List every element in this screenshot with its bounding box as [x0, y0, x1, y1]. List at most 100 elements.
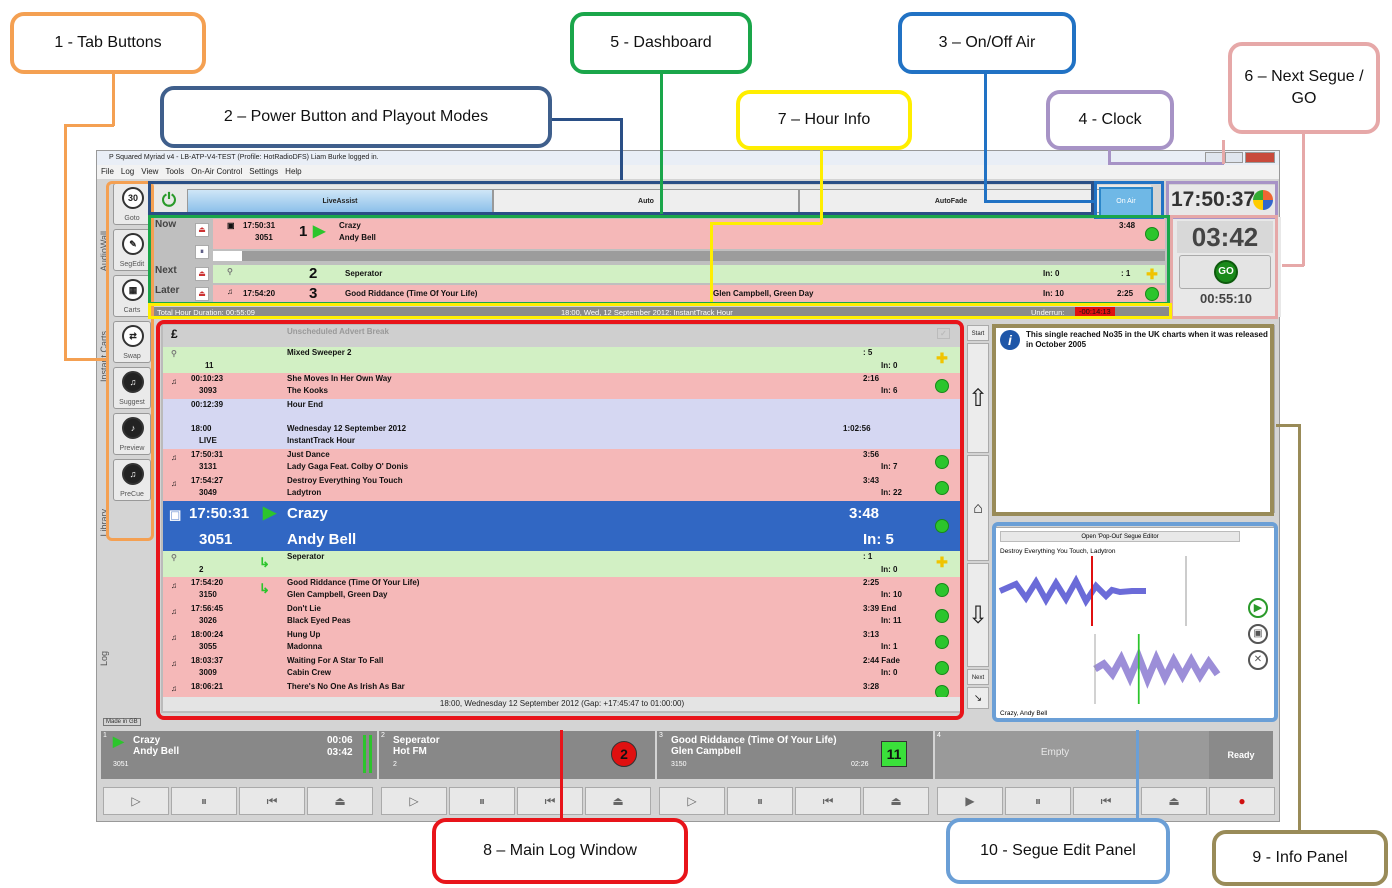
player-artist: Glen Campbell — [671, 746, 742, 757]
callout-main-log: 8 – Main Log Window — [432, 818, 688, 884]
player4-pause-button[interactable]: ⏸ — [1005, 787, 1071, 815]
player-number: 1 — [103, 732, 107, 739]
player1-play-button[interactable]: ▷ — [103, 787, 169, 815]
jump-icon[interactable]: ↘ — [967, 687, 989, 709]
connector-line — [1108, 162, 1224, 165]
connector-line — [820, 146, 823, 224]
log-navigation: Start ⇧ ⌂ ⇩ Next ↘ — [965, 325, 991, 715]
player-number: 4 — [937, 732, 941, 739]
player4-play-button[interactable]: ▶ — [937, 787, 1003, 815]
highlight-power-modes — [148, 181, 1094, 215]
connector-line — [1302, 134, 1305, 266]
player2-play-button[interactable]: ▷ — [381, 787, 447, 815]
connector-line — [1136, 730, 1139, 820]
player-artist: Hot FM — [393, 746, 427, 757]
menu-settings[interactable]: Settings — [249, 167, 278, 176]
connector-line — [660, 64, 663, 214]
callout-clock: 4 - Clock — [1046, 90, 1174, 150]
scroll-up-arrow-icon[interactable]: ⇧ — [967, 343, 989, 453]
connector-line — [1276, 424, 1300, 427]
player3-rewind-button[interactable]: ⏮ — [795, 787, 861, 815]
playing-icon: ▶ — [113, 733, 124, 749]
window-title: P Squared Myriad v4 - LB-ATP-V4-TEST (Pr… — [109, 154, 379, 161]
callout-info-panel: 9 - Info Panel — [1212, 830, 1388, 886]
player-id: 3150 — [671, 761, 687, 768]
record-button[interactable]: ● — [1209, 787, 1275, 815]
player-number: 2 — [381, 732, 385, 739]
player-title: Empty — [1040, 747, 1070, 758]
highlight-info-panel — [992, 324, 1274, 516]
menu-tools[interactable]: Tools — [165, 167, 184, 176]
log-label[interactable]: Log — [99, 651, 109, 666]
vu-meter — [369, 735, 372, 773]
player2-eject-button[interactable]: ⏏ — [585, 787, 651, 815]
player-number: 3 — [659, 732, 663, 739]
player-title: Crazy — [133, 735, 161, 746]
title-bar: P Squared Myriad v4 - LB-ATP-V4-TEST (Pr… — [97, 151, 1279, 165]
connector-line — [710, 222, 713, 302]
ready-status: Ready — [1209, 731, 1273, 779]
player-title: Seperator — [393, 735, 440, 746]
player-artist: Andy Bell — [133, 746, 180, 757]
connector-line — [984, 64, 987, 202]
made-in-gb-label: Made in GB — [103, 718, 141, 726]
home-icon[interactable]: ⌂ — [967, 455, 989, 561]
player-id: 3051 — [113, 761, 129, 768]
player2-rewind-button[interactable]: ⏮ — [517, 787, 583, 815]
player-badge: 11 — [881, 741, 907, 767]
callout-on-off-air: 3 – On/Off Air — [898, 12, 1076, 74]
connector-line — [552, 118, 622, 121]
callout-power-modes: 2 – Power Button and Playout Modes — [160, 86, 552, 148]
start-button[interactable]: Start — [967, 325, 989, 341]
next-button[interactable]: Next — [967, 669, 989, 685]
player-id: 2 — [393, 761, 397, 768]
highlight-hour-info — [148, 303, 1172, 319]
highlight-dashboard — [148, 215, 1170, 305]
callout-tab-buttons: 1 - Tab Buttons — [10, 12, 206, 74]
player3-pause-button[interactable]: ⏸ — [727, 787, 793, 815]
callout-next-segue-go: 6 – Next Segue / GO — [1228, 42, 1380, 134]
player-remaining: 02:26 — [851, 761, 869, 768]
menu-bar: File Log View Tools On-Air Control Settings He… — [97, 165, 1279, 179]
player-elapsed: 00:06 — [327, 735, 353, 746]
connector-line — [620, 118, 623, 180]
player1-eject-button[interactable]: ⏏ — [307, 787, 373, 815]
player-3[interactable]: 3 Good Riddance (Time Of Your Life) Glen… — [657, 731, 933, 779]
menu-log[interactable]: Log — [121, 167, 134, 176]
player3-play-button[interactable]: ▷ — [659, 787, 725, 815]
player-2[interactable]: 2 Seperator Hot FM 2 2 — [379, 731, 655, 779]
highlight-next-segue — [1170, 215, 1278, 319]
highlight-main-log — [156, 320, 964, 720]
connector-line — [1298, 424, 1301, 832]
vu-meter — [363, 735, 366, 773]
connector-line — [984, 200, 1094, 203]
connector-line — [1222, 140, 1225, 164]
close-button[interactable] — [1245, 152, 1275, 163]
player1-pause-button[interactable]: ⏸ — [171, 787, 237, 815]
player-1[interactable]: 1 ▶ Crazy Andy Bell 3051 00:06 03:42 — [101, 731, 377, 779]
menu-file[interactable]: File — [101, 167, 114, 176]
connector-line — [710, 222, 822, 225]
player-4[interactable]: 4 Empty — [935, 731, 1211, 779]
connector-line — [64, 124, 67, 360]
menu-help[interactable]: Help — [285, 167, 301, 176]
menu-on-air-control[interactable]: On-Air Control — [191, 167, 242, 176]
player4-eject-button[interactable]: ⏏ — [1141, 787, 1207, 815]
connector-line — [560, 730, 563, 818]
player2-pause-button[interactable]: ⏸ — [449, 787, 515, 815]
callout-dashboard: 5 - Dashboard — [570, 12, 752, 74]
connector-line — [64, 124, 114, 127]
connector-line — [1282, 264, 1304, 267]
maximize-button[interactable] — [1225, 152, 1243, 163]
player3-eject-button[interactable]: ⏏ — [863, 787, 929, 815]
player-remaining: 03:42 — [327, 747, 353, 758]
player-strip: 1 ▶ Crazy Andy Bell 3051 00:06 03:42 2 S… — [101, 729, 1279, 819]
player-badge: 2 — [611, 741, 637, 767]
callout-hour-info: 7 – Hour Info — [736, 90, 912, 150]
player4-rewind-button[interactable]: ⏮ — [1073, 787, 1139, 815]
connector-line — [64, 358, 108, 361]
scroll-down-arrow-icon[interactable]: ⇩ — [967, 563, 989, 667]
player-title: Good Riddance (Time Of Your Life) — [671, 735, 837, 746]
menu-view[interactable]: View — [141, 167, 158, 176]
player1-rewind-button[interactable]: ⏮ — [239, 787, 305, 815]
